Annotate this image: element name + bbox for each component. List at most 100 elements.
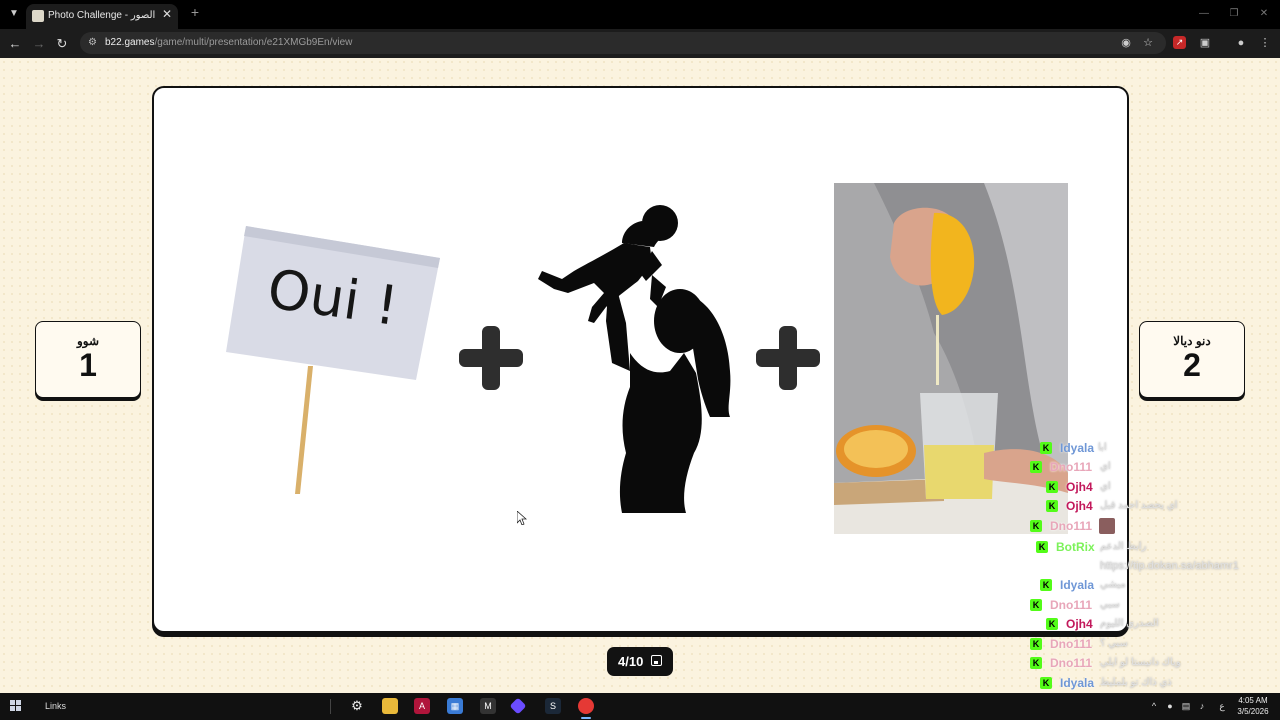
- menu-kebab-icon[interactable]: ⋮: [1257, 35, 1273, 51]
- kick-badge-icon: K: [1030, 520, 1042, 532]
- forward-arrow-icon[interactable]: →: [30, 35, 48, 53]
- chat-message-text: اي يحصد احمد قبل: [1100, 500, 1178, 511]
- eye-off-icon[interactable]: ◉: [1119, 36, 1133, 50]
- clock-time: 4:05 AM: [1238, 696, 1268, 705]
- taskbar-separator: [330, 699, 331, 714]
- chrome-icon[interactable]: [578, 698, 594, 714]
- chat-message-text: سبي: [1100, 599, 1120, 610]
- chat-message: اي Dno111 K: [1020, 458, 1280, 476]
- chat-message: سبي ؟ Dno111 K: [1020, 635, 1280, 653]
- tab-title: Photo Challenge - تحدي الصور: [48, 10, 158, 21]
- chat-username: Ojh4: [1066, 499, 1093, 513]
- kick-badge-icon: K: [1036, 541, 1048, 553]
- score-right-value: 2: [1183, 347, 1201, 383]
- kick-badge-icon: K: [1046, 618, 1058, 630]
- kick-badge-icon: K: [1040, 579, 1052, 591]
- kick-badge-icon: K: [1030, 638, 1042, 650]
- plus-icon: [459, 326, 523, 390]
- question-progress-label: 4/10: [618, 654, 644, 669]
- chat-message: رابط الدعم BotRix K: [1020, 538, 1280, 556]
- chat-message: ابا Idyala K: [1020, 439, 1280, 457]
- chat-message-text: اي: [1100, 461, 1111, 472]
- profile-avatar-icon[interactable]: ●: [1233, 35, 1249, 51]
- reload-icon[interactable]: ↻: [53, 35, 71, 53]
- chat-message-text: ذي ذاك تو بلمليط: [1100, 677, 1172, 688]
- url-path: /game/multi/presentation/e21XMGb9En/view: [154, 37, 353, 48]
- score-card-right: دنو ديالا 2: [1139, 321, 1245, 398]
- windows-start-icon[interactable]: [10, 700, 22, 712]
- chat-message: Dno111 K: [1020, 517, 1280, 535]
- kick-badge-icon: K: [1046, 481, 1058, 493]
- plus-icon: [756, 326, 820, 390]
- back-arrow-icon[interactable]: ←: [6, 35, 24, 53]
- chat-message: https://tip.dokan.sa/abhamr1: [1020, 557, 1280, 575]
- chat-message: اي يحصد احمد قبل Ojh4 K: [1020, 497, 1280, 515]
- chat-message: وياك دانيستا لو ايلي Dno111 K: [1020, 654, 1280, 672]
- kick-badge-icon: K: [1040, 442, 1052, 454]
- tray-overflow-chevron-icon[interactable]: ^: [1148, 700, 1160, 712]
- dev-tool-icon[interactable]: M: [480, 698, 496, 714]
- score-card-left: شوو 1: [35, 321, 141, 398]
- chat-username: Ojh4: [1066, 617, 1093, 631]
- chat-username: Idyala: [1060, 578, 1095, 592]
- chat-username: Dno111: [1050, 637, 1093, 651]
- network-icon[interactable]: ▤: [1180, 700, 1192, 712]
- site-info-icon[interactable]: ⚙: [88, 37, 100, 49]
- chat-message-text: وياك دانيستا لو ايلي: [1100, 657, 1181, 668]
- bookmark-star-icon[interactable]: ☆: [1141, 36, 1155, 50]
- keyboard-language-indicator[interactable]: ع: [1216, 700, 1228, 712]
- site-favicon-icon: [32, 10, 44, 22]
- system-clock[interactable]: 4:05 AM 3/5/2026: [1236, 695, 1270, 717]
- windows-taskbar: Links ⚙ A ▦ M S ^ ● ▤ ♪ ع 4:05 AM 3/5/20…: [0, 693, 1280, 720]
- chat-message: الصدري الليوم Ojh4 K: [1020, 615, 1280, 633]
- tab-search-chevron-icon[interactable]: ▼: [6, 6, 22, 22]
- browser-tab-active[interactable]: Photo Challenge - تحدي الصور ✕: [26, 4, 178, 29]
- mouse-pointer-icon: [517, 511, 527, 525]
- question-progress-badge[interactable]: 4/10: [607, 647, 673, 676]
- kick-badge-icon: K: [1030, 657, 1042, 669]
- chat-link-text[interactable]: https://tip.dokan.sa/abhamr1: [1100, 559, 1239, 573]
- chat-message-text: اي: [1100, 481, 1111, 492]
- mother-baby-silhouette-image: [538, 205, 731, 513]
- window-minimize-icon[interactable]: —: [1194, 6, 1214, 22]
- kick-badge-icon: K: [1030, 599, 1042, 611]
- steam-icon[interactable]: S: [545, 698, 561, 714]
- chat-message: ميشي Idyala K: [1020, 576, 1280, 594]
- new-tab-plus-icon[interactable]: +: [188, 5, 202, 19]
- chat-message: ذي ذاك تو بلمليط Idyala K: [1020, 674, 1280, 692]
- chat-username: Dno111: [1050, 598, 1093, 612]
- chat-message: اي Ojh4 K: [1020, 478, 1280, 496]
- chat-message: سبي Dno111 K: [1020, 596, 1280, 614]
- puzzle-slide: Oui !: [152, 86, 1129, 633]
- volume-icon[interactable]: ♪: [1196, 700, 1208, 712]
- tab-close-icon[interactable]: ✕: [160, 7, 174, 21]
- window-restore-icon[interactable]: ❐: [1224, 6, 1244, 22]
- chat-message-text: ميشي: [1100, 579, 1126, 590]
- steelseries-icon[interactable]: ⚙: [349, 698, 365, 714]
- address-bar[interactable]: ⚙ b22.games/game/multi/presentation/e21X…: [80, 32, 1166, 54]
- chat-username: Dno111: [1050, 519, 1093, 533]
- links-toolbar[interactable]: Links: [45, 700, 66, 713]
- chat-message-text: الصدري الليوم: [1100, 618, 1159, 629]
- score-left-value: 1: [79, 347, 97, 383]
- url-text: b22.games/game/multi/presentation/e21XMG…: [105, 36, 352, 50]
- file-explorer-icon[interactable]: [382, 698, 398, 714]
- score-left-name: شوو: [76, 334, 100, 348]
- browser-toolbar: ← → ↻ ⚙ b22.games/game/multi/presentatio…: [0, 29, 1280, 58]
- affinity-app-icon[interactable]: A: [414, 698, 430, 714]
- microsoft-store-icon[interactable]: ▦: [447, 698, 463, 714]
- chat-avatar: [1099, 518, 1115, 534]
- window-close-icon[interactable]: ✕: [1254, 6, 1274, 22]
- stream-chat-overlay: ابا Idyala K اي Dno111 K اي Ojh4 K اي يح…: [1020, 438, 1280, 693]
- chat-message-text: سبي ؟: [1100, 638, 1128, 649]
- oui-sign-image: Oui !: [226, 226, 440, 494]
- image-icon: [651, 655, 662, 666]
- chat-username: Idyala: [1060, 441, 1095, 455]
- extensions-puzzle-icon[interactable]: ▣: [1197, 35, 1213, 51]
- browser-tab-bar: ▼ Photo Challenge - تحدي الصور ✕ + — ❐ ✕: [0, 0, 1280, 29]
- active-app-indicator: [581, 717, 591, 719]
- chat-message-text: رابط الدعم: [1100, 541, 1147, 552]
- microphone-icon[interactable]: ●: [1164, 700, 1176, 712]
- kick-studio-icon[interactable]: [509, 697, 527, 715]
- pdf-extension-icon[interactable]: ↗: [1173, 36, 1186, 49]
